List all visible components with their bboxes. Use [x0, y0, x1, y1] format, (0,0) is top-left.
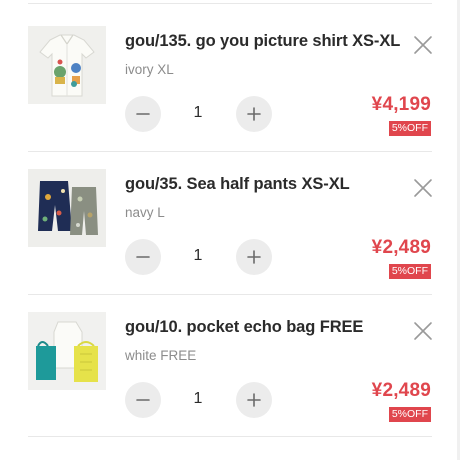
bag-product-photo [28, 312, 106, 390]
item-price: ¥2,489 [371, 380, 431, 401]
discount-badge: 5%OFF [388, 264, 431, 279]
cart-item: gou/35. Sea half pants XS-XL navy L 1 ¥2… [0, 149, 460, 291]
product-name[interactable]: gou/35. Sea half pants XS-XL [125, 175, 350, 194]
divider [28, 3, 432, 4]
quantity-value: 1 [193, 104, 203, 121]
product-name[interactable]: gou/10. pocket echo bag FREE [125, 318, 363, 337]
quantity-value: 1 [193, 390, 203, 407]
divider [28, 436, 432, 437]
product-thumbnail[interactable] [28, 26, 106, 104]
plus-icon [247, 107, 261, 121]
cart-item: gou/135. go you picture shirt XS-XL ivor… [0, 6, 460, 148]
discount-badge: 5%OFF [388, 407, 431, 422]
minus-icon [136, 113, 150, 115]
item-price: ¥2,489 [371, 237, 431, 258]
decrease-quantity-button[interactable] [125, 382, 161, 418]
close-icon [414, 36, 432, 54]
product-thumbnail[interactable] [28, 169, 106, 247]
remove-item-button[interactable] [412, 177, 434, 199]
minus-icon [136, 256, 150, 258]
increase-quantity-button[interactable] [236, 239, 272, 275]
increase-quantity-button[interactable] [236, 382, 272, 418]
product-variant: navy L [125, 205, 165, 220]
product-variant: white FREE [125, 348, 197, 363]
decrease-quantity-button[interactable] [125, 239, 161, 275]
pants-product-photo [28, 169, 106, 247]
decrease-quantity-button[interactable] [125, 96, 161, 132]
plus-icon [247, 393, 261, 407]
cart-item: gou/10. pocket echo bag FREE white FREE … [0, 292, 460, 434]
increase-quantity-button[interactable] [236, 96, 272, 132]
product-thumbnail[interactable] [28, 312, 106, 390]
remove-item-button[interactable] [412, 34, 434, 56]
close-icon [414, 179, 432, 197]
remove-item-button[interactable] [412, 320, 434, 342]
quantity-value: 1 [193, 247, 203, 264]
product-variant: ivory XL [125, 62, 174, 77]
minus-icon [136, 399, 150, 401]
close-icon [414, 322, 432, 340]
discount-badge: 5%OFF [388, 121, 431, 136]
product-name[interactable]: gou/135. go you picture shirt XS-XL [125, 32, 400, 51]
plus-icon [247, 250, 261, 264]
shirt-product-photo [28, 26, 106, 104]
item-price: ¥4,199 [371, 94, 431, 115]
